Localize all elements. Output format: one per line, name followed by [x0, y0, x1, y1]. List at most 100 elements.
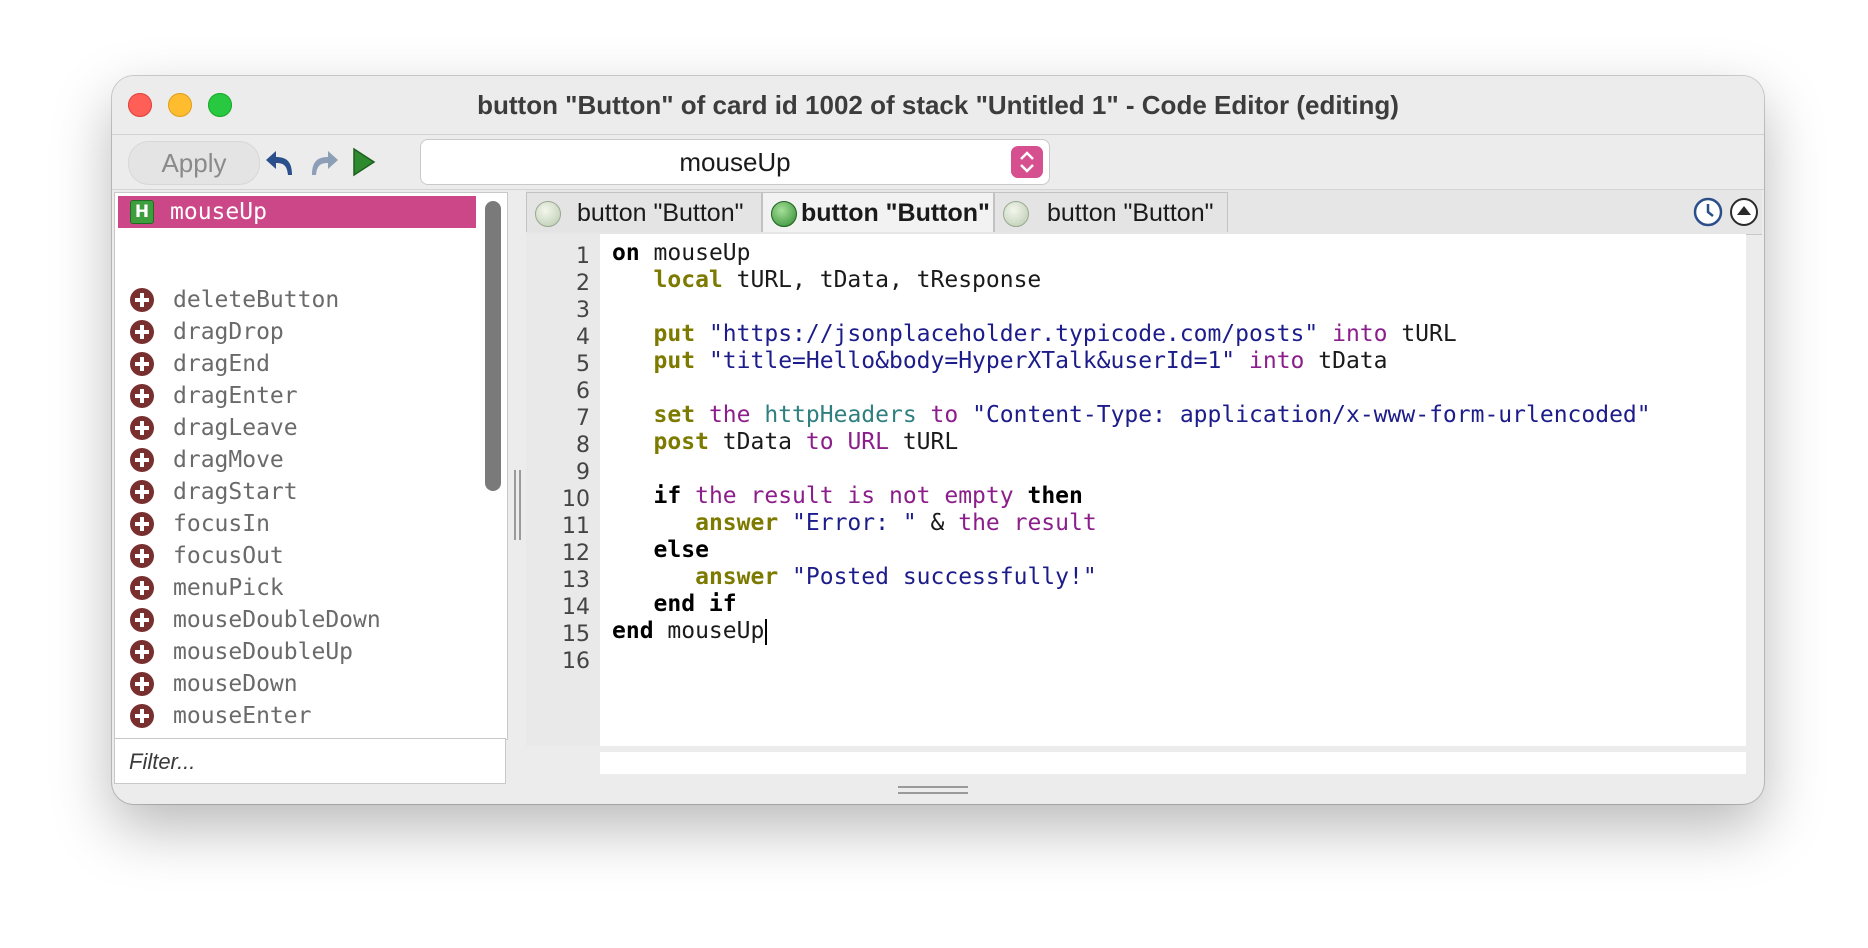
line-number: 10	[562, 487, 590, 512]
plus-circle-icon[interactable]	[129, 447, 155, 473]
code-editor[interactable]: 1 2 3 4 5 6 7 8 9 10 11 12 13 14 15 16 on mouseUp local…	[526, 234, 1746, 746]
line-number: 9	[576, 460, 590, 485]
plus-circle-icon[interactable]	[129, 575, 155, 601]
code-line-13[interactable]: answer "Posted successfully!"	[612, 564, 1097, 590]
code-line-10[interactable]: if the result is not empty then	[612, 483, 1083, 509]
tab-button-3[interactable]: button "Button"	[994, 192, 1228, 232]
toolbar: Apply mouseUp	[112, 135, 1764, 190]
handler-list-panel: H mouseUp deleteButton dragDrop dragEnd dra…	[114, 192, 508, 740]
code-token: post	[653, 429, 709, 455]
code-line-14[interactable]: end if	[612, 591, 737, 617]
line-number: 8	[576, 433, 590, 458]
panel-splitter-handle[interactable]	[512, 470, 522, 540]
editor-horizontal-scrollbar[interactable]	[600, 752, 1746, 774]
code-line-2[interactable]: local tURL, tData, tResponse	[612, 267, 1042, 293]
message-name: mouseDoubleUp	[173, 639, 354, 665]
code-token: else	[653, 537, 709, 563]
message-name: focusOut	[173, 543, 284, 569]
message-name: dragEnd	[173, 351, 270, 377]
code-token: "title=Hello&body=HyperXTalk&userId=1"	[708, 348, 1236, 374]
message-name: dragStart	[173, 479, 298, 505]
plus-circle-icon[interactable]	[129, 287, 155, 313]
message-name: menuPick	[173, 575, 284, 601]
plus-circle-icon[interactable]	[129, 479, 155, 505]
message-name: dragMove	[173, 447, 284, 473]
plus-circle-icon[interactable]	[129, 383, 155, 409]
code-token: to	[805, 429, 834, 455]
title-bar: button "Button" of card id 1002 of stack…	[112, 76, 1764, 135]
code-token: end if	[653, 591, 737, 617]
code-token: tData	[1304, 348, 1388, 374]
line-number: 5	[576, 352, 590, 377]
tab-label: button "Button"	[577, 199, 744, 227]
line-number: 1	[576, 244, 590, 269]
plus-circle-icon[interactable]	[129, 639, 155, 665]
code-token: to	[930, 402, 959, 428]
line-number: 11	[562, 514, 590, 539]
code-token: the result	[958, 510, 1097, 536]
message-name: dragEnter	[173, 383, 298, 409]
clock-icon[interactable]	[1692, 196, 1724, 228]
line-number: 4	[576, 325, 590, 350]
message-name: dragDrop	[173, 319, 284, 345]
filter-input[interactable]: Filter...	[114, 738, 506, 784]
resize-grip-handle[interactable]	[898, 786, 968, 796]
plus-circle-icon[interactable]	[129, 415, 155, 441]
plus-circle-icon[interactable]	[129, 511, 155, 537]
code-line-5[interactable]: put "title=Hello&body=HyperXTalk&userId=…	[612, 348, 1388, 374]
handler-select[interactable]: mouseUp	[420, 139, 1050, 185]
handler-h-icon: H	[130, 200, 154, 224]
code-token: tURL, tData, tResponse	[722, 267, 1042, 293]
code-token: tURL	[888, 429, 959, 455]
code-line-15[interactable]: end mouseUp	[612, 618, 768, 645]
code-token: put	[653, 321, 696, 347]
run-triangle-icon[interactable]	[344, 143, 382, 181]
line-number: 13	[562, 568, 590, 593]
message-name: mouseEnter	[173, 703, 312, 729]
line-number: 2	[576, 271, 590, 296]
select-arrow-icon[interactable]	[1011, 146, 1043, 178]
plus-circle-icon[interactable]	[129, 319, 155, 345]
code-token: if	[653, 483, 682, 509]
code-token: "https://jsonplaceholder.typicode.com/po…	[708, 321, 1319, 347]
code-line-11[interactable]: answer "Error: " & the result	[612, 510, 1097, 536]
plus-circle-icon[interactable]	[129, 607, 155, 633]
selected-handler-label: mouseUp	[170, 199, 267, 225]
code-token: local	[653, 267, 723, 293]
plus-circle-icon[interactable]	[129, 351, 155, 377]
eject-icon[interactable]	[1728, 196, 1760, 228]
code-editor-window: button "Button" of card id 1002 of stack…	[112, 76, 1764, 804]
tab-button-2[interactable]: button "Button"	[762, 192, 994, 232]
apply-button[interactable]: Apply	[128, 141, 260, 185]
plus-circle-icon[interactable]	[129, 671, 155, 697]
message-name: focusIn	[173, 511, 270, 537]
code-line-12[interactable]: else	[612, 537, 709, 563]
redo-arrow-icon[interactable]	[304, 143, 342, 181]
plus-circle-icon[interactable]	[129, 543, 155, 569]
tab-button-1[interactable]: button "Button"	[526, 192, 762, 232]
plus-circle-icon[interactable]	[129, 703, 155, 729]
scrollbar-thumb[interactable]	[485, 201, 501, 491]
message-name: dragLeave	[173, 415, 298, 441]
code-line-1[interactable]: on mouseUp	[612, 240, 750, 266]
code-token: on	[612, 240, 640, 266]
undo-arrow-icon[interactable]	[262, 143, 300, 181]
code-line-8[interactable]: post tData to URL tURL	[612, 429, 959, 455]
selected-handler-row[interactable]: H mouseUp	[118, 196, 476, 228]
code-token: "Posted successfully!"	[792, 564, 1097, 590]
code-line-7[interactable]: set the httpHeaders to "Content-Type: ap…	[612, 402, 1651, 428]
code-line-4[interactable]: put "https://jsonplaceholder.typicode.co…	[612, 321, 1457, 347]
code-token: "Error: "	[792, 510, 917, 536]
message-name: deleteButton	[173, 287, 340, 313]
code-token: mouseUp	[639, 240, 751, 266]
